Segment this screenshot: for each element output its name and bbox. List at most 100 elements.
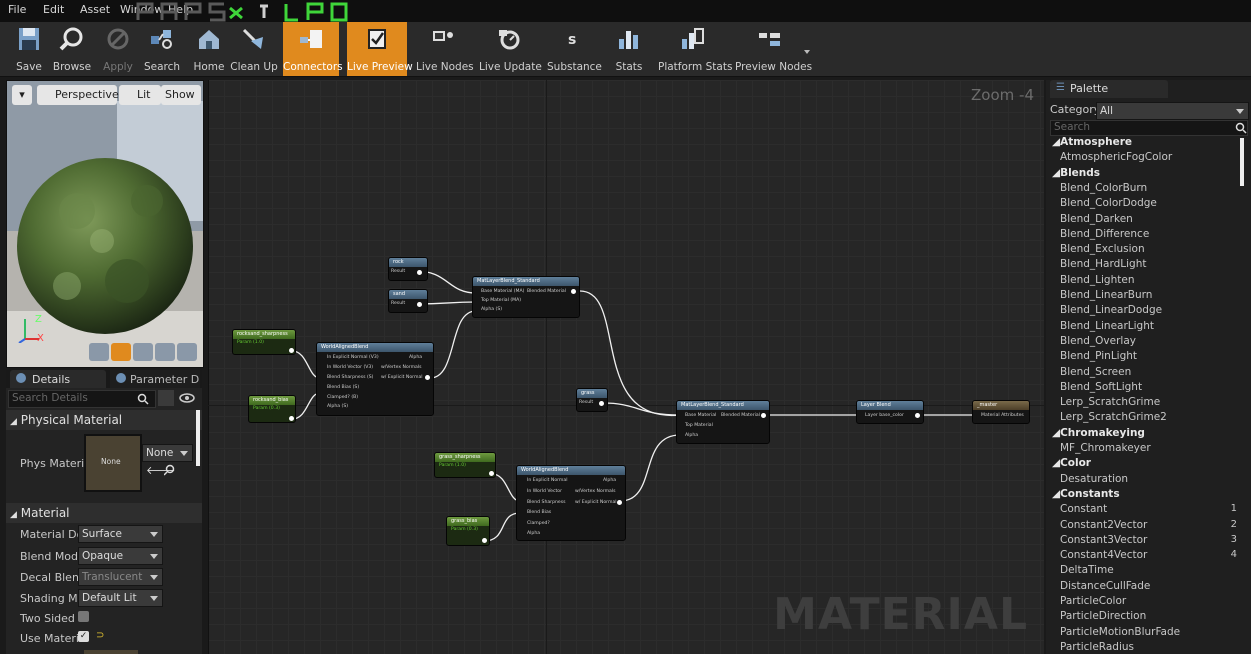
palette-item[interactable]: Blend_HardLight <box>1060 258 1146 270</box>
node-grass-output-pin[interactable] <box>599 401 604 406</box>
substance-button[interactable]: s Substance <box>547 22 602 76</box>
node-grass-sharpness[interactable]: grass_sharpness Param (1.0) <box>434 452 496 478</box>
cylinder-shape-icon[interactable] <box>89 343 109 361</box>
cube-shape-icon[interactable] <box>155 343 175 361</box>
material-graph[interactable]: Zoom -4 MATERIAL rock Result sand Result… <box>208 80 1044 654</box>
node-layer-output-pin[interactable] <box>915 413 920 418</box>
palette-category[interactable]: ◢Chromakeying <box>1052 427 1145 439</box>
phys-material-dropdown[interactable]: None <box>142 444 193 462</box>
shading-model-dropdown[interactable]: Default Lit <box>78 589 163 607</box>
palette-item[interactable]: Blend_LinearDodge <box>1060 304 1162 316</box>
two-sided-checkbox[interactable] <box>78 611 89 622</box>
palette-item[interactable]: Constant <box>1060 503 1107 515</box>
home-button[interactable]: Home <box>190 22 228 76</box>
node-grassbias-output-pin[interactable] <box>482 538 487 543</box>
menu-file[interactable]: File <box>8 3 26 16</box>
palette-item[interactable]: MF_Chromakeyer <box>1060 442 1151 454</box>
sphere-shape-icon[interactable] <box>111 343 131 361</box>
palette-item[interactable]: Constant2Vector <box>1060 519 1147 531</box>
details-search-input[interactable]: Search Details <box>8 390 156 408</box>
save-button[interactable]: Save <box>10 22 48 76</box>
eye-icon[interactable] <box>178 390 198 406</box>
browse-asset-icon[interactable] <box>164 464 176 476</box>
palette-item[interactable]: Blend_Screen <box>1060 366 1131 378</box>
node-rocksharp-output-pin[interactable] <box>289 348 294 353</box>
node-layer-blend[interactable]: Layer Blend Layer base_color <box>856 400 924 424</box>
palette-item[interactable]: AtmosphericFogColor <box>1060 151 1172 163</box>
palette-item[interactable]: Blend_LinearLight <box>1060 320 1154 332</box>
category-dropdown[interactable]: All <box>1096 102 1249 120</box>
live-update-button[interactable]: Live Update <box>479 22 542 76</box>
tab-parameter-defaults[interactable]: Parameter D <box>110 370 200 388</box>
palette-item[interactable]: DistanceCullFade <box>1060 580 1150 592</box>
node-worldalignedblend-1[interactable]: WorldAlignedBlend In Explicit Normal (V3… <box>316 342 434 416</box>
palette-item[interactable]: ParticleMotionBlurFade <box>1060 626 1180 638</box>
node-matlayerblend-2[interactable]: MatLayerBlend_Standard Base Material Ble… <box>676 400 770 444</box>
palette-item[interactable]: Blend_SoftLight <box>1060 381 1142 393</box>
palette-item[interactable]: Desaturation <box>1060 473 1128 485</box>
lit-button[interactable]: Lit <box>119 85 161 105</box>
palette-item[interactable]: Blend_Overlay <box>1060 335 1136 347</box>
node-sand-output-pin[interactable] <box>417 302 422 307</box>
palette-tab[interactable]: ☰ Palette <box>1050 80 1168 98</box>
palette-item[interactable]: Blend_Exclusion <box>1060 243 1145 255</box>
palette-item[interactable]: ParticleDirection <box>1060 610 1146 622</box>
palette-item[interactable]: Blend_Difference <box>1060 228 1149 240</box>
browse-button[interactable]: Browse <box>52 22 92 76</box>
phys-material-thumbnail[interactable]: None <box>84 434 142 492</box>
node-grass[interactable]: grass Result <box>576 388 608 412</box>
node-rockbias-output-pin[interactable] <box>289 416 294 421</box>
preview-nodes-button[interactable]: Preview Nodes <box>735 22 812 76</box>
tab-details[interactable]: Details <box>10 370 106 388</box>
palette-search-input[interactable]: Search <box>1050 120 1248 136</box>
node-rock-output-pin[interactable] <box>417 270 422 275</box>
node-blend2-output-pin[interactable] <box>761 413 766 418</box>
node-worldalignedblend-2[interactable]: WorldAlignedBlend In Explicit Normal Alp… <box>516 465 626 541</box>
plane-shape-icon[interactable] <box>133 343 153 361</box>
details-scrollbar[interactable] <box>196 410 200 466</box>
palette-item[interactable]: ParticleRadius <box>1060 641 1134 653</box>
custom-mesh-icon[interactable] <box>177 343 197 361</box>
palette-item[interactable]: Constant3Vector <box>1060 534 1147 546</box>
node-rocksand-sharpness[interactable]: rocksand_sharpness Param (1.0) <box>232 329 296 355</box>
node-sand[interactable]: sand Result <box>388 289 428 313</box>
toolbar-overflow-icon[interactable] <box>804 50 810 54</box>
physical-material-section[interactable]: ◢ Physical Material <box>6 410 202 430</box>
material-domain-dropdown[interactable]: Surface <box>78 525 163 543</box>
palette-category[interactable]: ◢Constants <box>1052 488 1120 500</box>
palette-item[interactable]: Blend_ColorBurn <box>1060 182 1147 194</box>
menu-edit[interactable]: Edit <box>43 3 64 16</box>
perspective-button[interactable]: Perspective <box>37 85 119 105</box>
palette-item[interactable]: ParticleColor <box>1060 595 1126 607</box>
live-preview-button[interactable]: Live Preview <box>347 22 413 76</box>
palette-item[interactable]: Blend_Lighten <box>1060 274 1134 286</box>
node-blend1-output-pin[interactable] <box>571 289 576 294</box>
node-rock[interactable]: rock Result <box>388 257 428 281</box>
palette-item[interactable]: Blend_ColorDodge <box>1060 197 1157 209</box>
cleanup-button[interactable]: Clean Up <box>230 22 278 76</box>
menu-asset[interactable]: Asset <box>80 3 110 16</box>
platform-stats-button[interactable]: Platform Stats <box>658 22 732 76</box>
node-wab1-output-pin[interactable] <box>425 375 430 380</box>
connectors-button[interactable]: Connectors <box>283 22 343 76</box>
blend-mode-dropdown[interactable]: Opaque <box>78 547 163 565</box>
use-material-checkbox[interactable]: ✓ <box>78 631 89 642</box>
node-grasssharp-output-pin[interactable] <box>489 471 494 476</box>
stats-button[interactable]: Stats <box>612 22 646 76</box>
palette-category[interactable]: ◢Atmosphere <box>1052 136 1132 148</box>
preview-viewport[interactable]: ▾ Perspective Lit Show Z X <box>6 80 204 368</box>
grid-view-icon[interactable] <box>158 390 174 406</box>
palette-item[interactable]: Constant4Vector <box>1060 549 1147 561</box>
live-nodes-button[interactable]: Live Nodes <box>416 22 474 76</box>
palette-category[interactable]: ◢Color <box>1052 457 1091 469</box>
palette-item[interactable]: Blend_Darken <box>1060 213 1133 225</box>
palette-category[interactable]: ◢Blends <box>1052 167 1100 179</box>
node-grass-bias[interactable]: grass_bias Param (0.3) <box>446 516 490 546</box>
search-button[interactable]: Search <box>142 22 182 76</box>
apply-button[interactable]: Apply <box>99 22 137 76</box>
decal-blend-dropdown[interactable]: Translucent <box>78 568 163 586</box>
node-rocksand-bias[interactable]: rocksand_bias Param (0.3) <box>248 395 296 423</box>
reset-default-icon[interactable]: ⊃ <box>96 630 104 641</box>
palette-item[interactable]: Blend_LinearBurn <box>1060 289 1152 301</box>
palette-item[interactable]: DeltaTime <box>1060 564 1114 576</box>
